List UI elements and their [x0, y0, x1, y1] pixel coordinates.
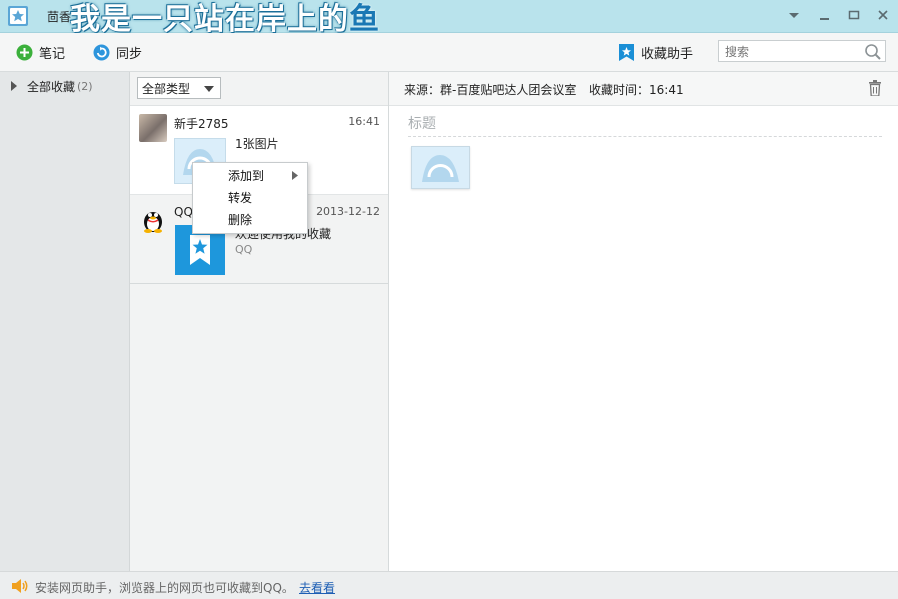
new-note-button[interactable]: 笔记 [16, 42, 65, 62]
app-logo-icon [8, 6, 28, 26]
maximize-icon[interactable] [844, 6, 864, 24]
qq-penguin-avatar [139, 205, 167, 233]
plus-icon [16, 44, 33, 60]
detail-pane: 来源：群-百度贴吧达人团会议室 收藏时间：16:41 标题 [389, 72, 898, 571]
chevron-down-icon [204, 86, 214, 92]
collection-assistant-label: 收藏助手 [641, 46, 694, 62]
search-icon[interactable] [864, 43, 882, 61]
search-box [718, 40, 886, 62]
context-menu: 添加到 转发 删除 [192, 162, 308, 234]
speaker-icon [12, 579, 28, 593]
sender-name: 新手2785 [174, 117, 229, 131]
sidebar-item-label: 全部收藏 [27, 79, 76, 94]
item-subtitle: QQ [235, 243, 253, 256]
sync-label: 同步 [116, 46, 143, 62]
skin-icon[interactable] [784, 6, 804, 24]
avatar [139, 114, 167, 142]
new-note-label: 笔记 [39, 46, 66, 62]
item-summary: 1张图片 [235, 137, 279, 151]
sync-button[interactable]: 同步 [93, 42, 142, 62]
close-icon[interactable] [873, 6, 893, 24]
title-divider [408, 136, 882, 137]
search-input[interactable] [723, 42, 867, 62]
bookmark-star-icon [619, 43, 634, 61]
collection-assistant-button[interactable]: 收藏助手 [618, 42, 693, 62]
item-time: 2013-12-12 [316, 205, 380, 218]
type-filter-dropdown[interactable]: 全部类型 [137, 77, 221, 99]
sidebar-item-all-favorites[interactable]: 全部收藏 (2) [0, 72, 129, 100]
favorite-time: 收藏时间：16:41 [589, 83, 684, 97]
sidebar-item-count: (2) [77, 79, 93, 93]
trash-icon[interactable] [868, 80, 882, 96]
menu-item-forward[interactable]: 转发 [228, 189, 252, 206]
menu-item-delete[interactable]: 删除 [228, 211, 252, 228]
minimize-icon[interactable] [815, 6, 835, 24]
status-bar: 安装网页助手，浏览器上的网页也可收藏到QQ。 去看看 [0, 571, 898, 599]
toolbar: 笔记 同步 收藏助手 [0, 33, 898, 72]
favorites-list-pane: 全部类型 新手2785 16:41 1张图片 QQ 2013-12-12 欢迎使… [130, 72, 389, 571]
sender-name: QQ [174, 205, 193, 219]
submenu-arrow-icon [292, 171, 298, 180]
source-info: 来源：群-百度贴吧达人团会议室 [404, 83, 577, 97]
status-message: 安装网页助手，浏览器上的网页也可收藏到QQ。 [35, 581, 294, 595]
learn-more-link[interactable]: 去看看 [299, 579, 335, 596]
filter-bar: 全部类型 [130, 72, 388, 106]
detail-header: 来源：群-百度贴吧达人团会议室 收藏时间：16:41 [389, 72, 898, 106]
expand-arrow-icon[interactable] [10, 81, 18, 91]
type-filter-value: 全部类型 [142, 81, 191, 96]
image-attachment-icon[interactable] [411, 146, 470, 189]
title-bar: 茴香藏 我是一只站在岸上的鱼 [0, 0, 898, 37]
sync-icon [93, 44, 110, 60]
item-time: 16:41 [348, 115, 380, 128]
note-title-placeholder[interactable]: 标题 [408, 113, 436, 133]
menu-item-add-to[interactable]: 添加到 [228, 167, 264, 184]
sidebar: 全部收藏 (2) [0, 72, 130, 571]
